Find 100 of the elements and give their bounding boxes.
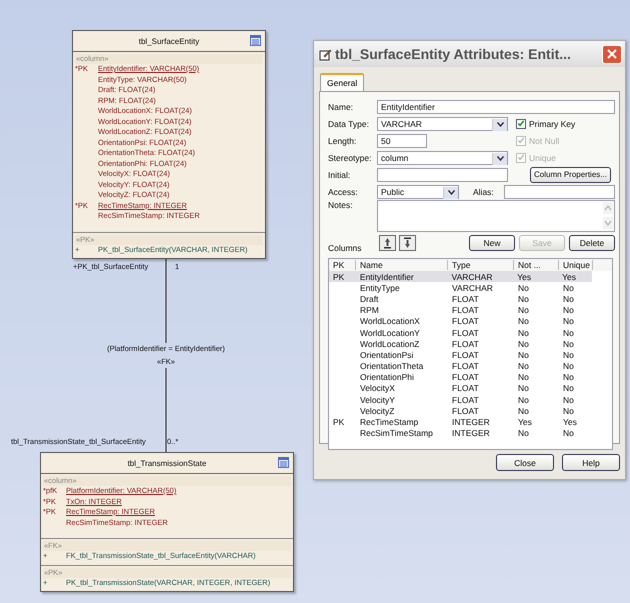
table-cell: FLOAT bbox=[452, 294, 479, 304]
table-cell: FLOAT bbox=[452, 305, 479, 316]
table-cell: No bbox=[563, 361, 574, 372]
table-row[interactable]: EntityType VARCHAR No No bbox=[329, 282, 612, 294]
table-cell: FLOAT bbox=[452, 350, 479, 360]
table-cell: No bbox=[563, 294, 574, 304]
table-row[interactable]: OrientationPsi FLOAT No No bbox=[329, 349, 612, 360]
columns-label: Columns bbox=[328, 242, 363, 252]
table-cell: WorldLocationX bbox=[360, 316, 420, 326]
alias-field[interactable] bbox=[504, 184, 615, 198]
checkbox-label: Unique bbox=[529, 152, 556, 162]
up-arrow-icon bbox=[383, 237, 392, 249]
chevron-down-icon bbox=[496, 156, 504, 161]
table-cell: No bbox=[518, 383, 529, 394]
table-row[interactable]: OrientationPhi FLOAT No No bbox=[329, 372, 612, 383]
data-type-dropdown[interactable]: VARCHAR bbox=[377, 116, 508, 130]
table-cell: No bbox=[518, 394, 529, 405]
column-properties-button[interactable]: Column Properties... bbox=[530, 166, 611, 182]
table-row[interactable]: WorldLocationY FLOAT No No bbox=[329, 326, 612, 338]
table-cell: No bbox=[518, 406, 529, 416]
table-cell: No bbox=[518, 294, 529, 304]
initial-field[interactable] bbox=[377, 168, 508, 182]
dialog-button[interactable]: Help bbox=[562, 454, 620, 471]
table-cell: Yes bbox=[562, 272, 576, 282]
table-cell: Yes bbox=[563, 417, 577, 428]
table-cell: VARCHAR bbox=[452, 272, 492, 282]
action-button[interactable]: New bbox=[469, 235, 515, 251]
table-cell: FLOAT bbox=[452, 394, 479, 405]
action-button[interactable]: Delete bbox=[569, 235, 615, 251]
dialog-button[interactable]: Close bbox=[496, 454, 554, 471]
table-row[interactable]: WorldLocationX FLOAT No No bbox=[329, 316, 612, 327]
field-label: Notes: bbox=[328, 200, 354, 210]
table-cell: No bbox=[563, 372, 574, 382]
column-header[interactable]: PK bbox=[329, 260, 356, 270]
table-cell: No bbox=[518, 282, 529, 293]
table-cell: FLOAT bbox=[452, 372, 479, 382]
table-row[interactable]: RPM FLOAT No No bbox=[329, 304, 612, 316]
table-cell: INTEGER bbox=[452, 417, 490, 428]
table-row[interactable]: VelocityY FLOAT No No bbox=[329, 394, 612, 406]
length-field[interactable]: 50 bbox=[377, 134, 427, 148]
table-cell: PK bbox=[333, 272, 344, 282]
checkbox[interactable] bbox=[516, 118, 526, 128]
table-cell: FLOAT bbox=[452, 406, 479, 416]
table-cell: No bbox=[518, 372, 529, 382]
table-cell: RecTimeStamp bbox=[360, 417, 418, 428]
entity-title: tbl_TransmissionState bbox=[128, 458, 206, 468]
table-cell: VelocityX bbox=[360, 383, 395, 394]
table-row[interactable]: RecSimTimeStamp INTEGER No No bbox=[329, 428, 612, 439]
table-cell: PK bbox=[333, 417, 344, 428]
table-cell: No bbox=[563, 383, 574, 394]
column-header[interactable]: Not ... bbox=[514, 260, 559, 270]
name-field[interactable]: EntityIdentifier bbox=[377, 100, 615, 114]
table-cell: EntityIdentifier bbox=[360, 272, 414, 282]
table-cell: No bbox=[563, 406, 574, 416]
table-cell: OrientationTheta bbox=[360, 361, 424, 372]
table-row[interactable]: VelocityX FLOAT No No bbox=[329, 382, 612, 394]
window-title: tbl_SurfaceEntity Attributes: Entit... bbox=[335, 46, 572, 62]
field-label: Alias: bbox=[473, 186, 495, 196]
move-down-button[interactable] bbox=[399, 235, 416, 251]
table-cell: RPM bbox=[360, 305, 379, 316]
access-dropdown[interactable]: Public bbox=[377, 184, 459, 198]
checkbox-label: Primary Key bbox=[529, 118, 576, 128]
table-cell: FLOAT bbox=[452, 328, 479, 338]
column-header[interactable]: Name bbox=[356, 260, 448, 270]
table-cell: No bbox=[563, 350, 574, 360]
close-button[interactable] bbox=[602, 44, 622, 64]
table-row[interactable]: WorldLocationZ FLOAT No No bbox=[329, 338, 612, 350]
field-label: Name: bbox=[328, 102, 354, 112]
table-cell: No bbox=[518, 305, 529, 316]
column-header[interactable]: Unique bbox=[559, 260, 593, 270]
table-icon bbox=[250, 35, 261, 46]
table-icon bbox=[278, 457, 289, 468]
field-label: Access: bbox=[328, 186, 359, 196]
chevron-down-icon bbox=[496, 122, 504, 127]
table-row[interactable]: VelocityZ FLOAT No No bbox=[329, 405, 612, 416]
move-up-button[interactable] bbox=[379, 235, 396, 251]
table-cell: No bbox=[563, 338, 574, 349]
column-header[interactable]: Type bbox=[448, 260, 514, 270]
table-cell: VelocityZ bbox=[360, 406, 394, 416]
table-cell: FLOAT bbox=[452, 361, 479, 372]
stereotype-dropdown[interactable]: column bbox=[377, 150, 508, 164]
table-entity[interactable] bbox=[40, 452, 294, 592]
tab[interactable]: General bbox=[320, 73, 364, 91]
table-cell: No bbox=[563, 305, 574, 316]
table-entity[interactable] bbox=[72, 30, 266, 259]
table-cell: RecSimTimeStamp bbox=[360, 428, 433, 438]
table-cell: INTEGER bbox=[452, 428, 490, 438]
edit-icon bbox=[319, 48, 332, 60]
field-label: Length: bbox=[328, 136, 358, 146]
table-cell: No bbox=[563, 282, 574, 293]
table-cell: No bbox=[518, 338, 529, 349]
table-row[interactable]: Draft FLOAT No No bbox=[329, 293, 612, 305]
field-label: Stereotype: bbox=[328, 152, 372, 162]
table-cell: Draft bbox=[360, 294, 378, 304]
table-cell: No bbox=[518, 350, 529, 360]
table-cell: WorldLocationY bbox=[360, 328, 420, 338]
table-row[interactable]: PK EntityIdentifier VARCHAR Yes Yes bbox=[329, 271, 592, 282]
table-row[interactable]: PK RecTimeStamp INTEGER Yes Yes bbox=[329, 416, 612, 428]
table-row[interactable]: OrientationTheta FLOAT No No bbox=[329, 360, 612, 372]
table-cell: No bbox=[563, 328, 574, 338]
